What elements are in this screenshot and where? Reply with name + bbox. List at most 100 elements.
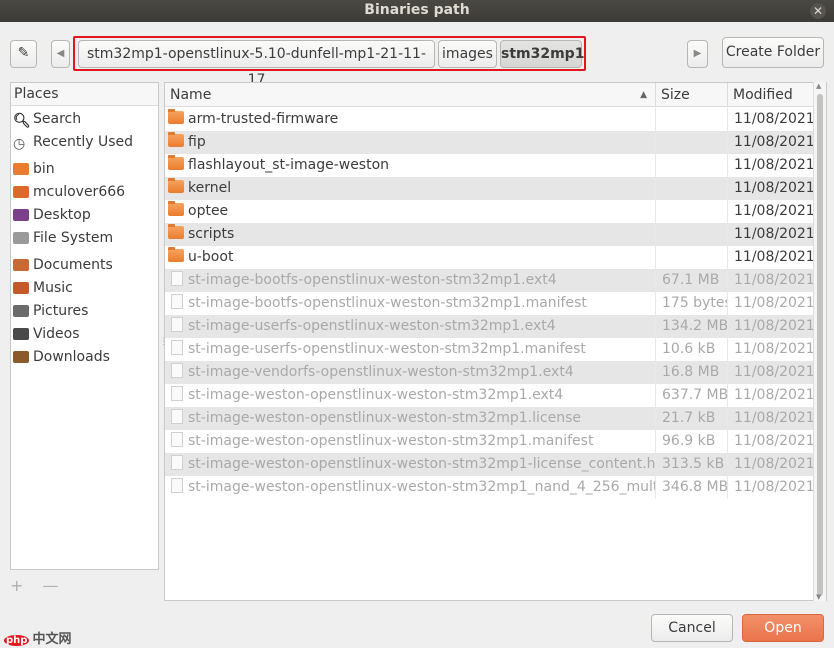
sidebar-item-videos[interactable]: Videos (13, 323, 80, 345)
create-folder-button[interactable]: Create Folder (722, 37, 824, 68)
file-row[interactable]: st-image-weston-openstlinux-weston-stm32… (165, 407, 816, 430)
sidebar-item-downloads[interactable]: Downloads (13, 346, 110, 368)
cancel-label: Cancel (668, 620, 716, 636)
file-list: Name ▲ Size Modified arm-trusted-firmwar… (164, 82, 827, 601)
create-folder-label: Create Folder (725, 44, 821, 60)
column-size-label: Size (661, 87, 690, 103)
file-size-cell: 134.2 MB (655, 315, 727, 338)
cancel-button[interactable]: Cancel (651, 614, 733, 642)
column-name-label: Name (170, 87, 212, 103)
file-row[interactable]: st-image-weston-openstlinux-weston-stm32… (165, 384, 816, 407)
close-button[interactable]: ✕ (810, 3, 826, 19)
file-size-cell (655, 131, 727, 154)
file-modified-cell: 11/08/2021 (727, 430, 816, 453)
file-name: fip (188, 134, 206, 150)
file-name-cell: st-image-weston-openstlinux-weston-stm32… (165, 407, 655, 430)
sidebar-item-pictures[interactable]: Pictures (13, 300, 88, 322)
drive-icon (13, 232, 29, 244)
file-name-cell: st-image-userfs-openstlinux-weston-stm32… (165, 315, 655, 338)
file-row[interactable]: st-image-userfs-openstlinux-weston-stm32… (165, 338, 816, 361)
file-size-cell: 67.1 MB (655, 269, 727, 292)
file-modified-cell: 11/08/2021 (727, 361, 816, 384)
remove-bookmark-button[interactable]: — (43, 576, 59, 595)
file-name: st-image-weston-openstlinux-weston-stm32… (188, 387, 564, 403)
file-name-cell: st-image-userfs-openstlinux-weston-stm32… (165, 338, 655, 361)
file-name-cell: st-image-weston-openstlinux-weston-stm32… (165, 384, 655, 407)
sidebar-item-recently-used[interactable]: ◷ Recently Used (13, 131, 133, 153)
sidebar-item-label: Documents (33, 257, 113, 273)
file-row[interactable]: st-image-bootfs-openstlinux-weston-stm32… (165, 292, 816, 315)
file-name-cell: st-image-weston-openstlinux-weston-stm32… (165, 453, 655, 476)
sidebar-item-documents[interactable]: Documents (13, 254, 113, 276)
home-icon (13, 186, 29, 198)
file-size-cell: 10.6 kB (655, 338, 727, 361)
column-modified-label: Modified (733, 87, 793, 103)
file-name: kernel (188, 180, 232, 196)
folder-row[interactable]: u-boot 11/08/2021 (165, 246, 816, 269)
scroll-up-icon[interactable]: ▲ (816, 82, 821, 90)
file-row[interactable]: st-image-vendorfs-openstlinux-weston-stm… (165, 361, 816, 384)
places-header: Places (11, 83, 158, 106)
file-name: st-image-weston-openstlinux-weston-stm32… (188, 456, 655, 472)
file-name: scripts (188, 226, 235, 242)
folder-row[interactable]: arm-trusted-firmware 11/08/2021 (165, 108, 816, 131)
documents-icon (13, 259, 29, 271)
file-name: st-image-userfs-openstlinux-weston-stm32… (188, 318, 556, 334)
folder-row[interactable]: optee 11/08/2021 (165, 200, 816, 223)
file-row[interactable]: st-image-weston-openstlinux-weston-stm32… (165, 430, 816, 453)
file-size-cell (655, 200, 727, 223)
downloads-icon (13, 351, 29, 363)
file-name: st-image-weston-openstlinux-weston-stm32… (188, 410, 581, 426)
file-name-cell: st-image-bootfs-openstlinux-weston-stm32… (165, 292, 655, 315)
file-row[interactable]: st-image-weston-openstlinux-weston-stm32… (165, 453, 816, 476)
folder-row[interactable]: kernel 11/08/2021 (165, 177, 816, 200)
file-row[interactable]: st-image-userfs-openstlinux-weston-stm32… (165, 315, 816, 338)
scroll-down-icon[interactable]: ▼ (816, 593, 821, 601)
window-title: Binaries path (364, 2, 470, 18)
sidebar-item-desktop[interactable]: Desktop (13, 204, 91, 226)
file-list-scrollbar[interactable]: ▲ ▼ (813, 82, 826, 601)
column-header-size[interactable]: Size (656, 83, 728, 107)
file-icon (171, 294, 183, 309)
file-row[interactable]: st-image-weston-openstlinux-weston-stm32… (165, 476, 816, 499)
file-row[interactable]: st-image-bootfs-openstlinux-weston-stm32… (165, 269, 816, 292)
music-icon (13, 282, 29, 294)
file-modified-cell: 11/08/2021 (727, 177, 816, 200)
folder-icon (168, 247, 184, 262)
file-icon (171, 363, 183, 378)
folder-row[interactable]: fip 11/08/2021 (165, 131, 816, 154)
open-label: Open (764, 620, 802, 636)
column-header-name[interactable]: Name ▲ (165, 83, 656, 107)
file-name-cell: scripts (165, 223, 655, 246)
file-modified-cell: 11/08/2021 (727, 315, 816, 338)
path-forward-button[interactable]: ▶ (687, 40, 708, 68)
scrollbar-thumb[interactable] (817, 94, 823, 596)
file-icon (171, 432, 183, 447)
file-size-cell (655, 177, 727, 200)
edit-location-button[interactable]: ✎ (10, 40, 37, 68)
add-bookmark-button[interactable]: + (10, 576, 23, 595)
file-name: u-boot (188, 249, 234, 265)
watermark-text: 中文网 (32, 632, 72, 647)
file-name-cell: st-image-weston-openstlinux-weston-stm32… (165, 430, 655, 453)
sidebar-item-file-system[interactable]: File System (13, 227, 113, 249)
file-modified-cell: 11/08/2021 (727, 453, 816, 476)
site-watermark: php 中文网 (4, 628, 71, 647)
places-sidebar: Places 🔍︎ Search ◷ Recently Used bin mculo… (10, 82, 159, 570)
sidebar-item-search[interactable]: 🔍︎ Search (13, 108, 81, 130)
sidebar-item-home[interactable]: mculover666 (13, 181, 125, 203)
pencil-icon: ✎ (17, 45, 30, 61)
file-size-cell: 346.8 MB (655, 476, 727, 499)
sidebar-item-bin[interactable]: bin (13, 158, 55, 180)
folder-row[interactable]: flashlayout_st-image-weston 11/08/2021 (165, 154, 816, 177)
file-modified-cell: 11/08/2021 (727, 154, 816, 177)
folder-row[interactable]: scripts 11/08/2021 (165, 223, 816, 246)
path-back-button[interactable]: ◀ (51, 40, 70, 68)
open-button[interactable]: Open (742, 614, 824, 642)
file-size-cell: 96.9 kB (655, 430, 727, 453)
sidebar-item-music[interactable]: Music (13, 277, 73, 299)
folder-icon (168, 224, 184, 239)
sidebar-item-label: Downloads (33, 349, 110, 365)
file-name: st-image-vendorfs-openstlinux-weston-stm… (188, 364, 574, 380)
sidebar-item-label: mculover666 (33, 184, 126, 200)
